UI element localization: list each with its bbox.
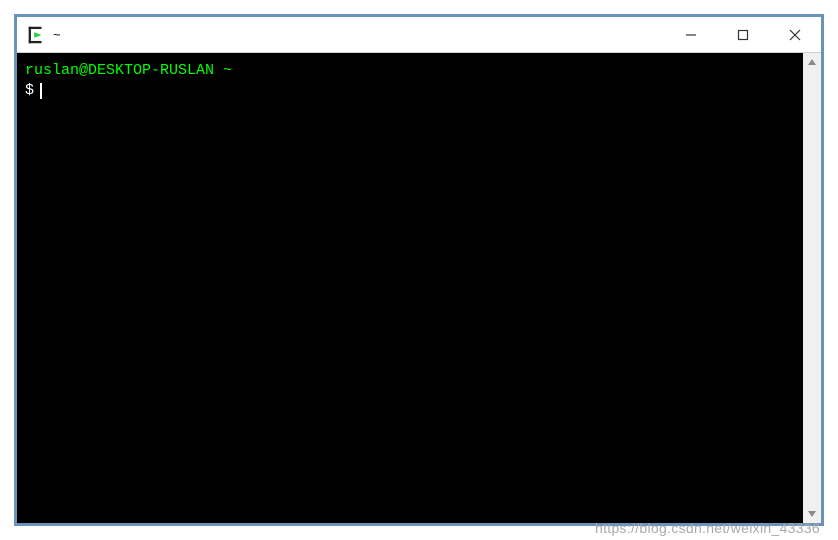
terminal-window: ~ ruslan@DESKTOP-RUSLAN ~ $ bbox=[14, 14, 824, 526]
titlebar-left: ~ bbox=[17, 24, 665, 46]
text-cursor bbox=[40, 83, 42, 99]
maximize-button[interactable] bbox=[717, 17, 769, 52]
prompt-line: ruslan@DESKTOP-RUSLAN ~ bbox=[25, 61, 795, 81]
scroll-up-icon[interactable] bbox=[803, 53, 821, 71]
close-button[interactable] bbox=[769, 17, 821, 52]
watermark: https://blog.csdn.net/weixin_43336 bbox=[595, 520, 820, 536]
input-line[interactable]: $ bbox=[25, 81, 795, 101]
scrollbar[interactable] bbox=[803, 53, 821, 523]
terminal-area[interactable]: ruslan@DESKTOP-RUSLAN ~ $ bbox=[17, 53, 803, 523]
prompt-symbol: $ bbox=[25, 81, 34, 101]
terminal-container: ruslan@DESKTOP-RUSLAN ~ $ bbox=[17, 53, 821, 523]
titlebar: ~ bbox=[17, 17, 821, 53]
app-icon bbox=[25, 24, 47, 46]
minimize-button[interactable] bbox=[665, 17, 717, 52]
prompt-path: ~ bbox=[223, 62, 232, 79]
window-title: ~ bbox=[53, 27, 61, 42]
prompt-user-host: ruslan@DESKTOP-RUSLAN bbox=[25, 62, 214, 79]
window-controls bbox=[665, 17, 821, 52]
